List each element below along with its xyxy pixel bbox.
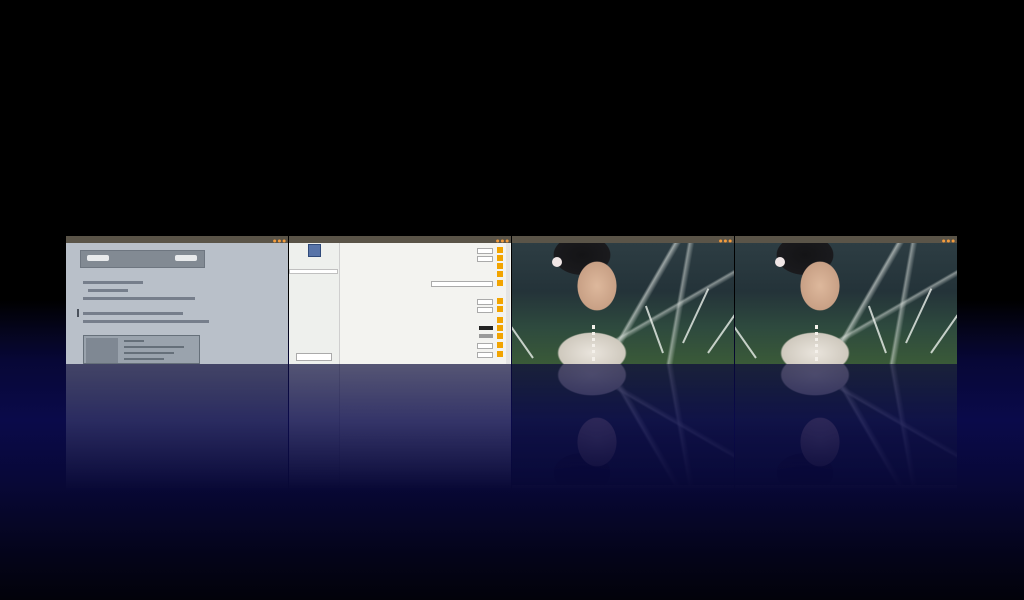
wallpaper-photo [512,243,734,364]
screenshot-sidebar [86,338,118,363]
necklace [592,325,599,361]
hair-flower [775,257,785,267]
screenshot-row [124,358,164,360]
text-line [83,281,143,284]
setting-row [343,298,503,305]
nav-item [292,263,336,269]
screenshot-row [124,352,174,354]
setting-row [343,263,503,269]
text-line [83,320,209,323]
embedded-screenshot [83,335,200,364]
wallpaper-photo [735,243,957,364]
setting-row [343,333,503,339]
panel-button [175,255,197,261]
setting-row [343,351,503,358]
strip-reflection [66,364,957,492]
grass-stem [735,320,757,359]
setting-row [343,342,503,349]
workspace-thumbnail-3[interactable]: ● ● ● [512,236,734,364]
setting-row [343,255,503,262]
app-logo-icon [308,244,321,257]
desktop-switcher: { "switcher": { "background": "#000000",… [0,0,1024,600]
reflection-thumbnail [289,364,511,492]
grass-stem [644,305,664,354]
preferences-sidebar [289,243,340,364]
workspace-thumbnail-1[interactable]: ● ● ● [66,236,288,364]
reflection-thumbnail [512,364,734,492]
ok-button [296,353,332,361]
setting-row [343,289,503,295]
document-preview [66,243,288,364]
setting-row [343,247,503,254]
dialog-panel [80,250,205,268]
text-line [83,297,195,300]
grass-stem [707,307,734,354]
nav-item [292,292,336,298]
text-line [88,289,128,292]
workspace-thumbnail-4[interactable]: ● ● ● [735,236,957,364]
reflection-thumbnail [735,364,957,492]
workspace-thumbnail-2[interactable]: ● ● ● [289,236,511,364]
grass-stem [930,307,957,354]
window-titlebar: ● ● ● [66,236,288,243]
preferences-preview [289,243,511,364]
grass-stem [512,320,534,359]
quote-bar [77,309,79,317]
setting-row [343,317,503,323]
screenshot-row [124,340,144,342]
workspace-strip: ● ● ● ● ● ● ● ● ● ● ● ● [66,236,957,364]
panel-button [87,255,109,261]
window-titlebar: ● ● ● [735,236,957,243]
window-titlebar: ● ● ● [289,236,511,243]
nav-item [292,299,336,305]
setting-row [343,271,503,277]
nav-item [292,283,336,289]
screenshot-row [124,346,184,348]
grass-stem [867,305,887,354]
grass-stem [682,288,710,344]
text-line [83,312,183,315]
selected-nav-highlight [289,269,338,274]
setting-row [343,280,503,287]
setting-row [343,306,503,313]
necklace [815,325,822,361]
window-titlebar: ● ● ● [512,236,734,243]
setting-row [343,325,503,331]
hair-flower [552,257,562,267]
grass-stem [905,288,933,344]
reflection-thumbnail [66,364,288,492]
scrollbar [506,243,510,364]
nav-item [292,276,336,282]
